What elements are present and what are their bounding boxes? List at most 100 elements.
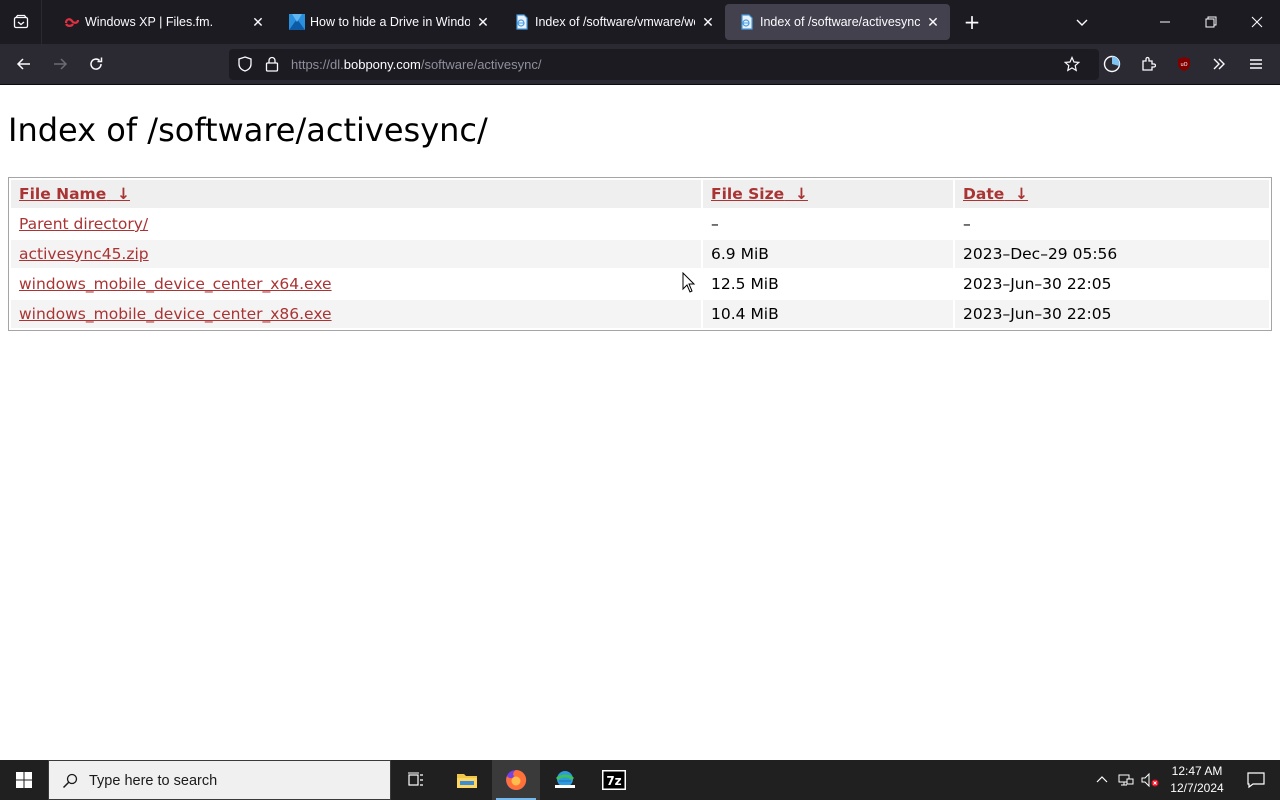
table-row: activesync45.zip 6.9 MiB 2023–Dec–29 05:… (11, 240, 1269, 268)
tab-overflow-button[interactable] (1062, 0, 1102, 44)
pie-chart-icon (1103, 55, 1121, 73)
system-clock[interactable]: 12:47 AM 12/7/2024 (1166, 763, 1228, 797)
network-status-button[interactable] (1114, 760, 1138, 800)
taskbar-search-box[interactable]: Type here to search (48, 760, 391, 800)
network-icon (1118, 774, 1134, 786)
file-date-cell: 2023–Dec–29 05:56 (955, 240, 1269, 268)
list-all-tabs-button[interactable] (0, 0, 42, 44)
file-size-cell: 12.5 MiB (711, 275, 779, 293)
close-tab-icon[interactable]: ✕ (474, 13, 492, 31)
close-window-button[interactable] (1234, 0, 1280, 44)
task-view-button[interactable] (392, 760, 440, 800)
table-row: Parent directory/ – – (11, 210, 1269, 238)
shield-icon[interactable] (237, 56, 253, 72)
minimize-icon (1160, 21, 1170, 23)
svg-text:uO: uO (1180, 62, 1187, 68)
sort-by-name-link[interactable]: File Name ↓ (19, 185, 130, 203)
lock-icon[interactable] (265, 56, 279, 72)
tab-title: How to hide a Drive in Windows (310, 15, 470, 29)
start-button[interactable] (0, 760, 48, 800)
tab[interactable]: How to hide a Drive in Windows ✕ (275, 4, 500, 40)
more-tools-button[interactable] (1203, 48, 1235, 80)
column-header-size: File Size ↓ (703, 180, 953, 208)
file-listing-table: File Name ↓ File Size ↓ Date ↓ Parent di… (8, 177, 1272, 331)
file-size-cell: – (711, 215, 719, 233)
url-bar[interactable]: https://dl.bobpony.com/software/activesy… (229, 49, 1099, 80)
tab-manager-icon (13, 14, 28, 29)
chevron-down-icon (1076, 19, 1088, 26)
column-header-date: Date ↓ (955, 180, 1269, 208)
taskbar: Type here to search 7z 12:47 AM 12/7/202… (0, 760, 1280, 800)
minimize-button[interactable] (1142, 0, 1188, 44)
site-icon (289, 14, 305, 30)
close-tab-icon[interactable]: ✕ (699, 13, 717, 31)
tab-active[interactable]: Index of /software/activesync/ ✕ (725, 4, 950, 40)
column-label: File Size (711, 185, 785, 203)
back-button[interactable] (8, 48, 40, 80)
bookmark-star-icon[interactable] (1064, 56, 1080, 72)
action-center-button[interactable] (1232, 760, 1280, 800)
file-size-cell: 6.9 MiB (703, 240, 953, 268)
globe-network-icon (555, 771, 575, 788)
forward-button[interactable] (44, 48, 76, 80)
7zip-button[interactable]: 7z (590, 760, 638, 800)
parent-directory-link[interactable]: Parent directory/ (19, 215, 148, 233)
search-placeholder: Type here to search (89, 773, 218, 789)
close-tab-icon[interactable]: ✕ (924, 13, 942, 31)
volume-button[interactable] (1138, 760, 1162, 800)
tab-bar: Windows XP | Files.fm. ✕ How to hide a D… (0, 0, 1280, 44)
file-explorer-button[interactable] (443, 760, 491, 800)
file-name-cell: activesync45.zip (11, 240, 701, 268)
url-host: bobpony.com (343, 57, 421, 72)
table-row: windows_mobile_device_center_x86.exe 10.… (11, 300, 1269, 328)
restore-icon (1205, 16, 1217, 28)
document-icon (741, 14, 753, 30)
url-prefix: https://dl. (291, 57, 344, 72)
clock-date: 12/7/2024 (1170, 781, 1224, 795)
forward-arrow-icon (54, 58, 68, 70)
new-tab-button[interactable]: + (952, 0, 992, 44)
plus-icon: + (963, 10, 981, 34)
account-button[interactable] (1096, 48, 1128, 80)
sort-by-size-link[interactable]: File Size ↓ (711, 185, 808, 203)
restore-button[interactable] (1188, 0, 1234, 44)
firefox-taskbar-button[interactable] (492, 760, 540, 800)
file-link[interactable]: windows_mobile_device_center_x64.exe (19, 275, 332, 293)
show-hidden-icons-button[interactable] (1090, 760, 1114, 800)
folder-icon (457, 774, 477, 788)
file-date-cell: – (963, 215, 971, 233)
mouse-cursor-icon (682, 272, 696, 293)
windows-logo-icon (16, 772, 32, 788)
sort-by-date-link[interactable]: Date ↓ (963, 185, 1028, 203)
sort-arrow-icon: ↓ (794, 185, 808, 203)
close-icon (1251, 16, 1263, 28)
tab[interactable]: Index of /software/vmware/wo ✕ (500, 4, 725, 40)
puzzle-icon (1142, 56, 1156, 71)
reload-button[interactable] (80, 48, 112, 80)
network-app-button[interactable] (541, 760, 589, 800)
file-date-cell: 2023–Jun–30 22:05 (955, 300, 1269, 328)
extensions-button[interactable] (1132, 48, 1164, 80)
file-link[interactable]: activesync45.zip (19, 245, 149, 263)
ublock-button[interactable]: uO (1168, 48, 1200, 80)
speaker-muted-icon (1141, 772, 1159, 788)
url-text[interactable]: https://dl.bobpony.com/software/activesy… (291, 57, 542, 72)
tab-title: Index of /software/vmware/wo (535, 15, 695, 29)
table-row: windows_mobile_device_center_x64.exe 12.… (11, 270, 1269, 298)
firefox-icon (506, 769, 527, 790)
tab-title: Windows XP | Files.fm. (85, 15, 214, 29)
url-path: /software/activesync/ (420, 57, 542, 72)
file-name-cell: Parent directory/ (11, 210, 701, 238)
sort-arrow-icon: ↓ (1015, 185, 1029, 203)
column-header-name: File Name ↓ (11, 180, 701, 208)
close-tab-icon[interactable]: ✕ (249, 13, 267, 31)
reload-icon (90, 57, 103, 70)
navigation-toolbar: https://dl.bobpony.com/software/activesy… (0, 44, 1280, 85)
tab[interactable]: Windows XP | Files.fm. ✕ (50, 4, 275, 40)
search-icon (62, 773, 78, 789)
column-label: Date (963, 185, 1005, 203)
svg-text:7z: 7z (606, 774, 621, 788)
table-header-row: File Name ↓ File Size ↓ Date ↓ (11, 180, 1269, 208)
file-link[interactable]: windows_mobile_device_center_x86.exe (19, 305, 332, 323)
app-menu-button[interactable] (1240, 48, 1272, 80)
